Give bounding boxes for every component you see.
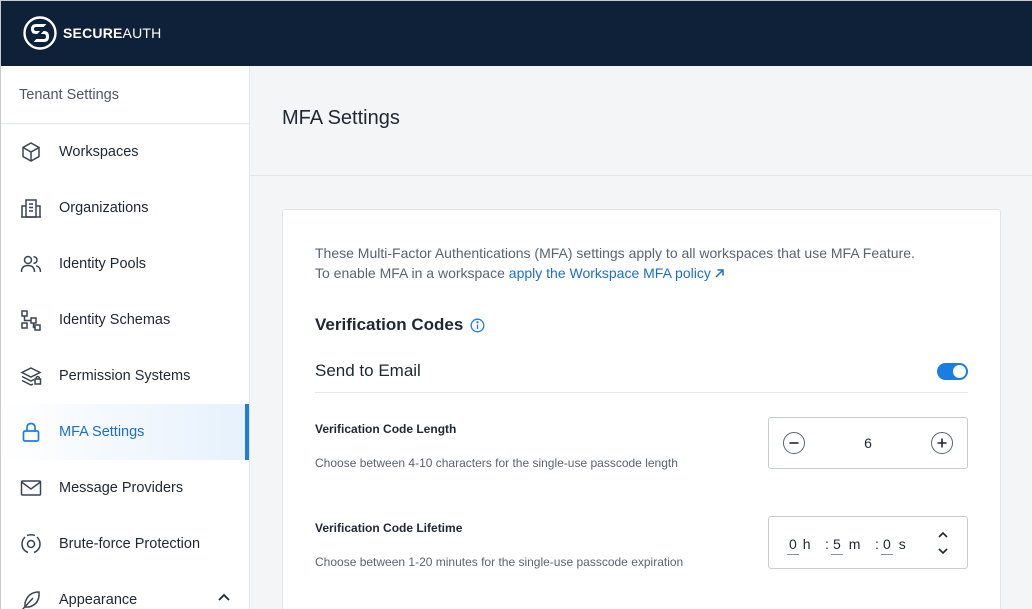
sidebar-item-appearance[interactable]: Appearance bbox=[1, 572, 249, 609]
seconds-segment[interactable]: 0s bbox=[881, 536, 906, 555]
lock-icon bbox=[19, 420, 43, 444]
page-title: MFA Settings bbox=[282, 107, 400, 129]
building-icon bbox=[19, 196, 43, 220]
brand-name: SECUREAUTH bbox=[63, 25, 162, 41]
sidebar-item-label: Message Providers bbox=[59, 480, 184, 496]
target-shield-icon bbox=[19, 532, 43, 556]
intro-text: These Multi-Factor Authentications (MFA)… bbox=[315, 243, 975, 283]
layers-lock-icon bbox=[19, 364, 43, 388]
sidebar-item-label: MFA Settings bbox=[59, 424, 145, 440]
secureauth-logo-icon bbox=[23, 16, 57, 50]
intro-line-2: To enable MFA in a workspace apply the W… bbox=[315, 263, 975, 283]
sidebar-item-permission-systems[interactable]: Permission Systems bbox=[1, 348, 249, 404]
schema-icon bbox=[19, 308, 43, 332]
cube-icon bbox=[19, 140, 43, 164]
sidebar-header: Tenant Settings bbox=[1, 66, 249, 124]
mail-icon bbox=[19, 476, 43, 500]
intro-line-1: These Multi-Factor Authentications (MFA)… bbox=[315, 245, 915, 261]
sidebar: Tenant Settings Workspaces Organizations… bbox=[1, 66, 250, 609]
sidebar-item-label: Permission Systems bbox=[59, 368, 191, 384]
send-to-email-label: Send to Email bbox=[315, 361, 421, 380]
mfa-settings-card: These Multi-Factor Authentications (MFA)… bbox=[282, 209, 1001, 609]
send-to-email-toggle[interactable] bbox=[937, 363, 968, 380]
sidebar-item-label: Identity Schemas bbox=[59, 312, 171, 328]
brand-logo[interactable]: SECUREAUTH bbox=[23, 16, 161, 50]
sidebar-item-mfa-settings[interactable]: MFA Settings bbox=[1, 404, 249, 460]
code-lifetime-label: Verification Code Lifetime bbox=[315, 521, 463, 535]
section-title-verification-codes: Verification Codes bbox=[315, 315, 485, 335]
separator: : bbox=[875, 536, 879, 552]
code-length-stepper[interactable]: 6 bbox=[768, 417, 968, 469]
sidebar-item-message-providers[interactable]: Message Providers bbox=[1, 460, 249, 516]
code-lifetime-help: Choose between 1-20 minutes for the sing… bbox=[315, 555, 684, 569]
feather-icon bbox=[19, 588, 43, 609]
code-lifetime-duration-input[interactable]: 0h : 5m : 0s bbox=[768, 516, 968, 569]
sidebar-item-identity-pools[interactable]: Identity Pools bbox=[1, 236, 249, 292]
send-to-email-row: Send to Email bbox=[315, 355, 968, 393]
separator: : bbox=[825, 536, 829, 552]
chevron-up-icon[interactable] bbox=[217, 590, 231, 608]
code-length-help: Choose between 4-10 characters for the s… bbox=[315, 456, 678, 470]
sidebar-item-label: Appearance bbox=[59, 592, 138, 608]
external-link-icon bbox=[715, 269, 724, 278]
plus-icon bbox=[937, 438, 947, 448]
minutes-segment[interactable]: 5m bbox=[831, 536, 860, 555]
sidebar-item-label: Identity Pools bbox=[59, 256, 147, 272]
sidebar-item-identity-schemas[interactable]: Identity Schemas bbox=[1, 292, 249, 348]
spinner-arrows-icon[interactable] bbox=[937, 530, 949, 556]
page-header: MFA Settings bbox=[250, 66, 1032, 176]
sidebar-item-organizations[interactable]: Organizations bbox=[1, 180, 249, 236]
sidebar-item-brute-force-protection[interactable]: Brute-force Protection bbox=[1, 516, 249, 572]
main-content: MFA Settings These Multi-Factor Authenti… bbox=[250, 66, 1032, 609]
increment-button[interactable] bbox=[931, 432, 953, 454]
workspace-mfa-policy-link[interactable]: apply the Workspace MFA policy bbox=[509, 265, 725, 281]
info-icon[interactable] bbox=[470, 318, 485, 333]
sidebar-item-label: Brute-force Protection bbox=[59, 536, 201, 552]
sidebar-item-label: Organizations bbox=[59, 200, 149, 216]
sidebar-item-label: Workspaces bbox=[59, 144, 139, 160]
top-bar: SECUREAUTH bbox=[1, 1, 1032, 66]
users-icon bbox=[19, 252, 43, 276]
code-length-label: Verification Code Length bbox=[315, 422, 457, 436]
hours-segment[interactable]: 0h bbox=[787, 536, 811, 555]
sidebar-item-workspaces[interactable]: Workspaces bbox=[1, 124, 249, 180]
